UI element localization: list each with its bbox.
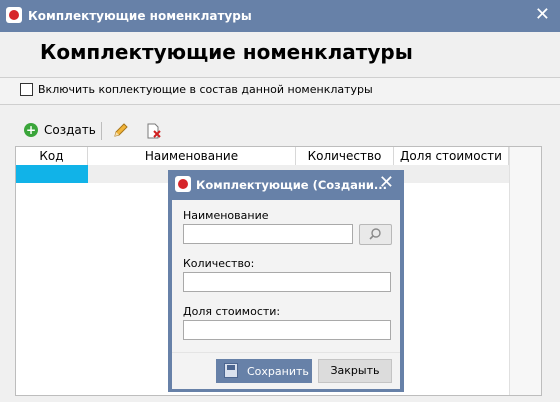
dialog-close-icon[interactable]: ✕ [379, 173, 394, 193]
window-title: Комплектующие номенклатуры [28, 9, 252, 23]
delete-record-icon[interactable] [145, 122, 163, 140]
grid-column-header[interactable]: Количество [296, 147, 394, 165]
cost-share-field[interactable] [183, 320, 391, 340]
include-components-label[interactable]: Включить коплектующие в состав данной но… [38, 83, 373, 96]
grid-column-header[interactable]: Доля стоимости [394, 147, 509, 165]
quantity-field[interactable] [183, 272, 391, 292]
lookup-button[interactable] [359, 224, 392, 245]
app-icon [6, 7, 22, 23]
quantity-field-label: Количество: [183, 257, 255, 270]
close-button[interactable]: Закрыть [318, 359, 392, 383]
dialog-footer: Сохранить Закрыть [172, 352, 400, 389]
dialog-body: Наименование Количество: Доля стоимости:… [172, 200, 400, 389]
name-field-label: Наименование [183, 209, 269, 222]
pencil-icon[interactable] [111, 122, 129, 140]
component-create-dialog: Комплектующие (Создани... ✕ Наименование… [168, 170, 404, 392]
row-selection-marker [16, 165, 88, 183]
grid-header: Код Наименование Количество Доля стоимос… [16, 147, 541, 165]
save-button[interactable]: Сохранить [216, 359, 312, 383]
name-field[interactable] [183, 224, 353, 244]
window-titlebar[interactable]: Комплектующие номенклатуры ✕ [0, 0, 560, 32]
floppy-disk-icon [224, 363, 238, 378]
grid-column-header[interactable]: Код [16, 147, 88, 165]
toolbar-separator [101, 122, 102, 140]
magnifier-icon [369, 228, 381, 240]
page-title: Комплектующие номенклатуры [40, 40, 413, 64]
save-button-label: Сохранить [247, 365, 309, 378]
include-components-checkbox[interactable] [20, 83, 33, 96]
plus-circle-icon: + [24, 123, 38, 137]
create-button-label: Создать [44, 123, 96, 137]
components-toolbar: + Создать [0, 120, 560, 142]
include-option-row: Включить коплектующие в состав данной но… [0, 77, 560, 105]
share-field-label: Доля стоимости: [183, 305, 281, 318]
window-close-icon[interactable]: ✕ [535, 5, 550, 25]
grid-column-header[interactable]: Наименование [88, 147, 296, 165]
dialog-title: Комплектующие (Создани... [196, 178, 388, 192]
app-icon [175, 176, 191, 192]
grid-scroll-area [509, 147, 541, 395]
